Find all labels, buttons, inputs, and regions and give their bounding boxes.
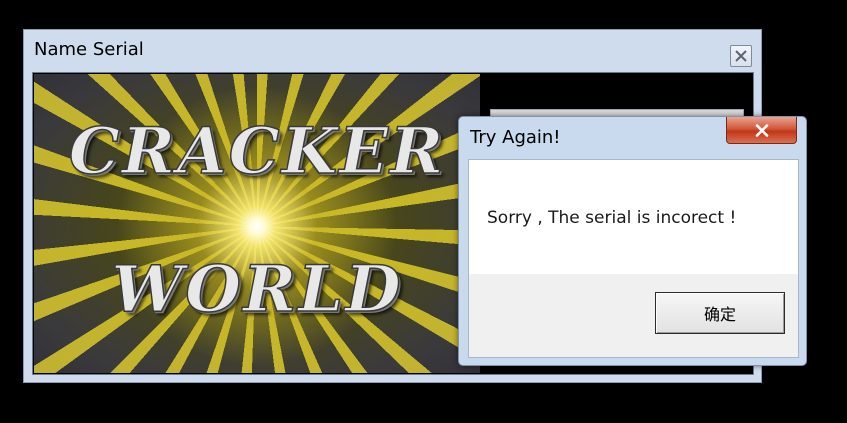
dialog-body: Sorry , The serial is incorect ! 确定 — [468, 159, 799, 358]
banner-line-1: CRACKER — [68, 113, 446, 190]
dialog-message: Sorry , The serial is incorect ! — [487, 208, 737, 228]
dialog-close-button[interactable] — [726, 117, 797, 144]
cracker-world-banner: CRACKER WORLD — [34, 74, 480, 373]
message-dialog: Try Again! Sorry , The serial is incorec… — [458, 116, 807, 366]
banner-line-2: WORLD — [111, 251, 403, 328]
main-window-close-button[interactable] — [730, 45, 752, 67]
main-window-title: Name Serial — [34, 39, 144, 60]
dialog-footer: 确定 — [469, 274, 798, 357]
ok-button[interactable]: 确定 — [655, 292, 785, 334]
dialog-title: Try Again! — [470, 127, 561, 148]
close-icon — [735, 50, 747, 62]
close-icon — [755, 123, 768, 137]
